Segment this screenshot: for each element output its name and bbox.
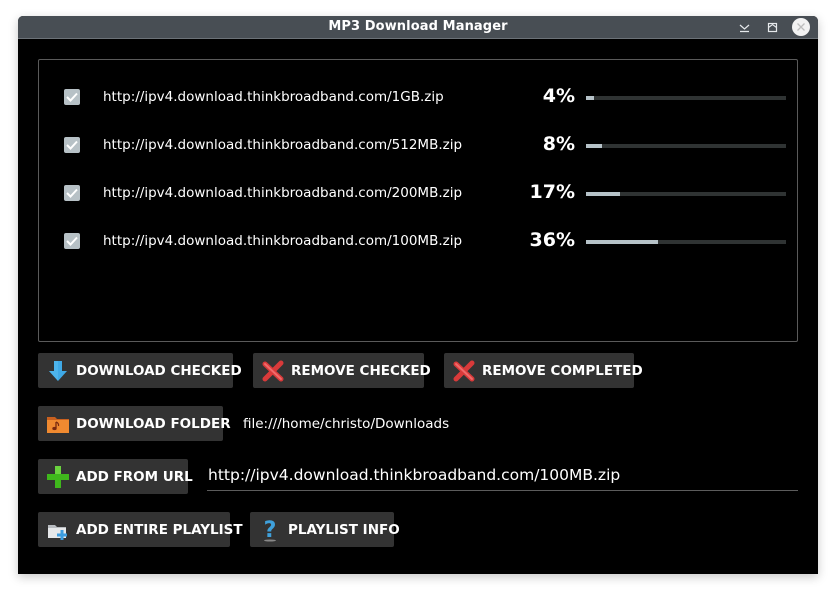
progress-fill (586, 192, 620, 196)
minimize-button[interactable] (736, 19, 753, 36)
checkmark-icon (66, 140, 78, 150)
checkmark-icon (66, 92, 78, 102)
progress-percent: 36% (529, 229, 575, 251)
playlist-info-button[interactable]: ? PLAYLIST INFO (250, 512, 400, 547)
download-list: http://ipv4.download.thinkbroadband.com/… (38, 59, 798, 342)
progress-bar (586, 144, 786, 148)
checkmark-icon (66, 236, 78, 246)
download-folder-path: file:///home/christo/Downloads (243, 416, 450, 432)
progress-bar (586, 192, 786, 196)
progress-percent: 8% (542, 133, 575, 155)
progress-percent: 17% (529, 181, 575, 203)
red-x-icon (261, 359, 285, 383)
window-title: MP3 Download Manager (328, 19, 508, 34)
app-window: MP3 Download Manager http://ipv4.downloa… (18, 16, 818, 574)
download-row: http://ipv4.download.thinkbroadband.com/… (39, 226, 797, 256)
download-checkbox[interactable] (64, 185, 80, 201)
music-folder-icon (46, 412, 70, 436)
url-input[interactable] (207, 460, 798, 491)
maximize-icon (767, 22, 778, 33)
download-checkbox[interactable] (64, 233, 80, 249)
download-folder-button[interactable]: DOWNLOAD FOLDER (38, 406, 231, 441)
add-entire-playlist-button[interactable]: ADD ENTIRE PLAYLIST (38, 512, 243, 547)
title-bar[interactable]: MP3 Download Manager (18, 16, 818, 39)
maximize-button[interactable] (764, 19, 781, 36)
download-checked-button[interactable]: DOWNLOAD CHECKED (38, 353, 242, 388)
progress-bar (586, 96, 786, 100)
progress-fill (586, 240, 658, 244)
remove-completed-button[interactable]: REMOVE COMPLETED (444, 353, 643, 388)
download-row: http://ipv4.download.thinkbroadband.com/… (39, 130, 797, 160)
download-url: http://ipv4.download.thinkbroadband.com/… (103, 89, 444, 105)
progress-percent: 4% (542, 85, 575, 107)
download-checkbox[interactable] (64, 137, 80, 153)
download-row: http://ipv4.download.thinkbroadband.com/… (39, 178, 797, 208)
download-url: http://ipv4.download.thinkbroadband.com/… (103, 137, 463, 153)
progress-fill (586, 144, 602, 148)
download-row: http://ipv4.download.thinkbroadband.com/… (39, 82, 797, 112)
minimize-icon (739, 24, 750, 33)
checkmark-icon (66, 188, 78, 198)
download-url: http://ipv4.download.thinkbroadband.com/… (103, 185, 463, 201)
download-url: http://ipv4.download.thinkbroadband.com/… (103, 233, 463, 249)
svg-text:?: ? (264, 518, 277, 542)
red-x-icon (452, 359, 476, 383)
close-button[interactable] (792, 18, 810, 36)
progress-bar (586, 240, 786, 244)
add-from-url-button[interactable]: ADD FROM URL (38, 459, 193, 494)
question-mark-icon: ? (258, 518, 282, 543)
green-plus-icon (46, 465, 70, 489)
progress-fill (586, 96, 594, 100)
add-folder-icon (46, 518, 70, 542)
close-icon (797, 23, 805, 31)
download-arrow-icon (46, 359, 70, 383)
download-checkbox[interactable] (64, 89, 80, 105)
remove-checked-button[interactable]: REMOVE CHECKED (253, 353, 431, 388)
